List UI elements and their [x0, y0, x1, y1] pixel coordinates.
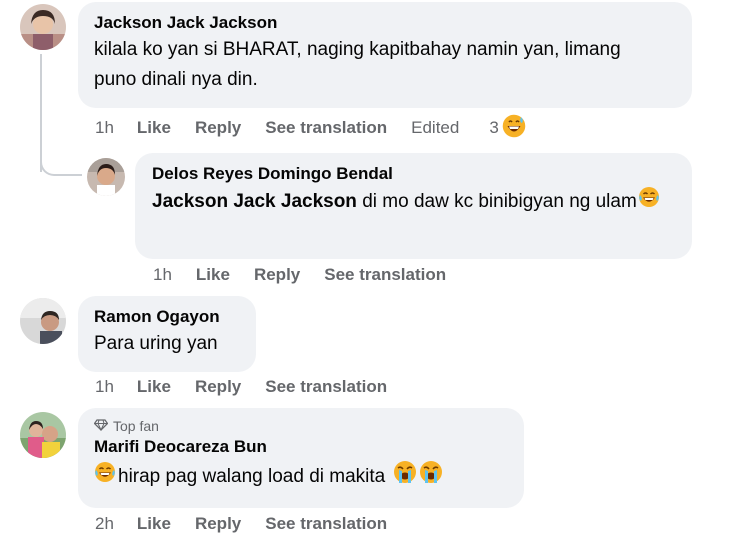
comment-actions: 1h Like Reply See translation	[95, 375, 387, 399]
comment-text: kilala ko yan si BHARAT, naging kapitbah…	[94, 39, 621, 90]
comment-text: hirap pag walang load di makita	[94, 460, 508, 494]
diamond-icon	[93, 418, 109, 434]
reaction-count: 3	[489, 118, 499, 137]
comment-bubble: Ramon Ogayon Para uring yan	[78, 296, 256, 372]
reply-button[interactable]: Reply	[195, 514, 241, 534]
like-button[interactable]: Like	[196, 265, 230, 285]
like-button[interactable]: Like	[137, 118, 171, 138]
crying-laughing-emoji-icon	[94, 461, 116, 493]
comment-text-body: hirap pag walang load di makita	[118, 466, 386, 487]
comment-time[interactable]: 1h	[95, 377, 114, 397]
reaction-summary[interactable]: 3	[489, 112, 527, 144]
mention-link[interactable]: Jackson Jack Jackson	[152, 191, 357, 212]
see-translation-link[interactable]: See translation	[265, 514, 387, 534]
edited-label[interactable]: Edited	[411, 118, 459, 138]
thread-line-curve	[40, 150, 82, 176]
loudly-crying-emoji-icon	[393, 460, 417, 494]
reply-button[interactable]: Reply	[254, 265, 300, 285]
see-translation-link[interactable]: See translation	[324, 265, 446, 285]
comment-author[interactable]: Ramon Ogayon	[94, 307, 240, 327]
like-button[interactable]: Like	[137, 377, 171, 397]
reply-button[interactable]: Reply	[195, 118, 241, 138]
comment-bubble: Jackson Jack Jackson kilala ko yan si BH…	[78, 2, 692, 108]
comment-bubble: Top fan Marifi Deocareza Bun hirap pag w…	[78, 408, 524, 508]
avatar[interactable]	[87, 158, 125, 196]
reply-time[interactable]: 1h	[153, 265, 172, 285]
reply-bubble: Delos Reyes Domingo Bendal Jackson Jack …	[135, 153, 692, 259]
avatar[interactable]	[20, 412, 66, 458]
comment-author[interactable]: Marifi Deocareza Bun	[94, 437, 508, 457]
avatar[interactable]	[20, 4, 66, 50]
crying-laughing-emoji-icon	[638, 186, 660, 218]
comment-text: Para uring yan	[94, 333, 218, 354]
comment-actions: 1h Like Reply See translation Edited 3	[95, 112, 527, 140]
reply-text: Jackson Jack Jackson di mo daw kc binibi…	[152, 186, 672, 218]
comment-actions: 2h Like Reply See translation	[95, 512, 387, 536]
reply-actions: 1h Like Reply See translation	[153, 263, 446, 287]
comment-author[interactable]: Jackson Jack Jackson	[94, 13, 676, 33]
comment-time[interactable]: 2h	[95, 514, 114, 534]
reply-author[interactable]: Delos Reyes Domingo Bendal	[152, 164, 675, 184]
avatar[interactable]	[20, 298, 66, 344]
grinning-sweat-emoji-icon	[501, 112, 527, 144]
see-translation-link[interactable]: See translation	[265, 377, 387, 397]
reply-text-body: di mo daw kc binibigyan ng ulam	[356, 191, 637, 213]
reply-button[interactable]: Reply	[195, 377, 241, 397]
like-button[interactable]: Like	[137, 514, 171, 534]
see-translation-link[interactable]: See translation	[265, 118, 387, 138]
comment-time[interactable]: 1h	[95, 118, 114, 138]
top-fan-label: Top fan	[113, 418, 159, 434]
top-fan-badge[interactable]: Top fan	[93, 418, 508, 434]
loudly-crying-emoji-icon	[419, 460, 443, 494]
